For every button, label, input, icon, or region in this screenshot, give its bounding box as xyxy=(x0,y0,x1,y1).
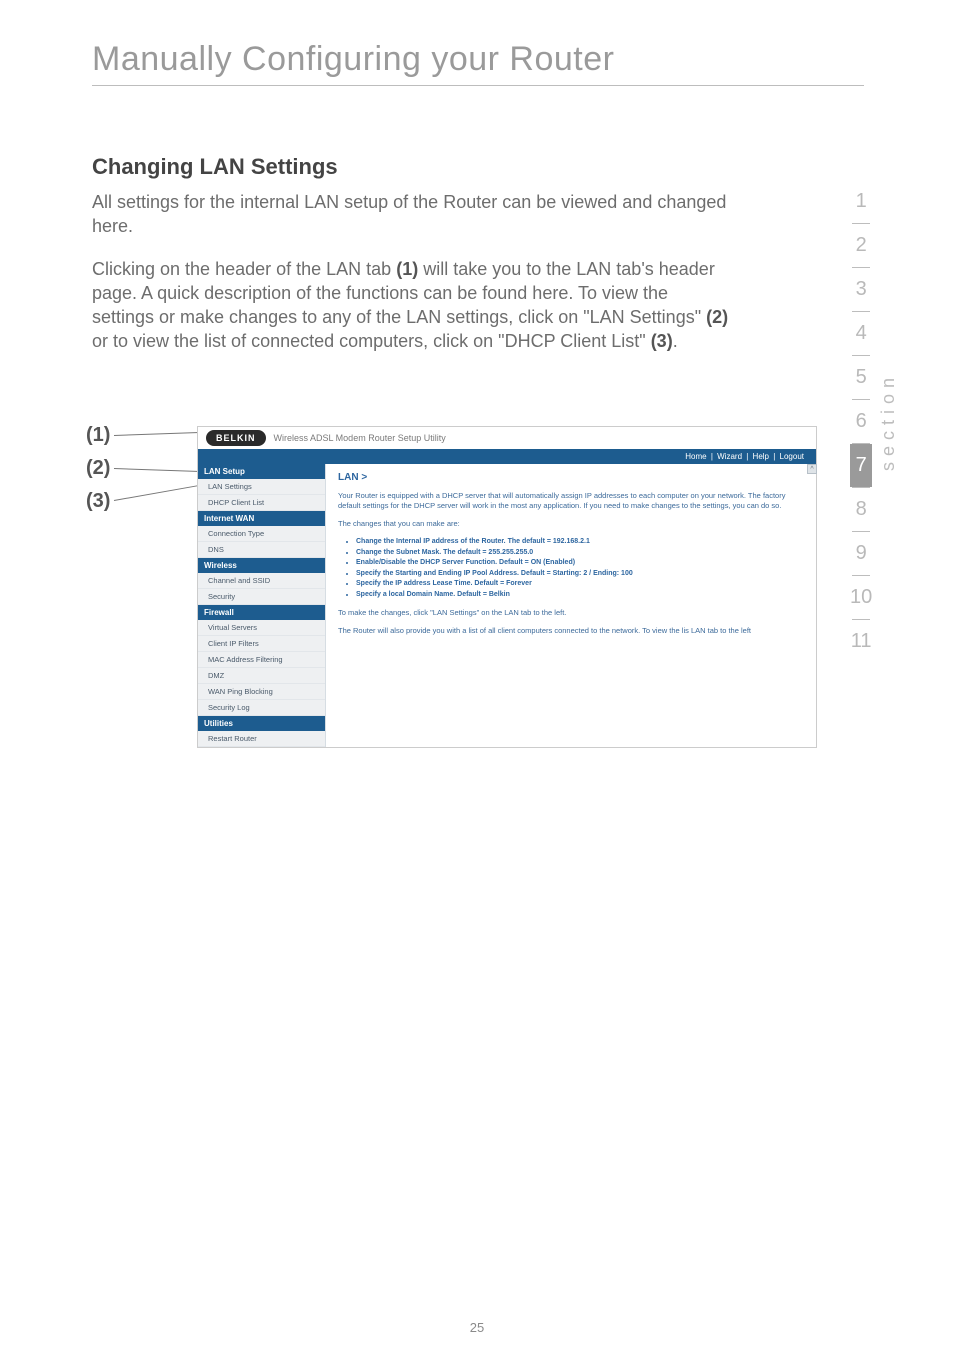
sidebar-item-dns[interactable]: DNS xyxy=(198,542,325,558)
lead-line-2 xyxy=(114,468,200,472)
section-num-9[interactable]: 9 xyxy=(850,532,872,575)
title-rule xyxy=(92,85,864,86)
scroll-up-icon[interactable]: ^ xyxy=(807,464,817,474)
sidebar-head-firewall[interactable]: Firewall xyxy=(198,605,325,620)
router-admin-screenshot: BELKIN Wireless ADSL Modem Router Setup … xyxy=(197,426,817,748)
app-title: Wireless ADSL Modem Router Setup Utility xyxy=(274,433,446,443)
brand-logo: BELKIN xyxy=(206,430,266,446)
sidebar-item-lan-settings[interactable]: LAN Settings xyxy=(198,479,325,495)
section-num-3[interactable]: 3 xyxy=(850,268,872,311)
sidebar-item-dhcp-client-list[interactable]: DHCP Client List xyxy=(198,495,325,511)
nav-help[interactable]: Help xyxy=(751,452,771,461)
nav-logout[interactable]: Logout xyxy=(778,452,806,461)
para-frag: . xyxy=(673,331,678,351)
page-title: Manually Configuring your Router xyxy=(92,40,864,79)
bullet-item: Specify a local Domain Name. Default = B… xyxy=(356,590,804,601)
section-numbers: 1 2 3 4 5 6 7 8 9 10 11 xyxy=(850,180,872,663)
nav-home[interactable]: Home xyxy=(683,452,708,461)
lead-labels: (1) (2) (3) xyxy=(86,424,110,523)
section-num-7[interactable]: 7 xyxy=(850,444,872,487)
callout-2-inline: (2) xyxy=(706,307,728,327)
callout-1-inline: (1) xyxy=(396,259,418,279)
section-num-6[interactable]: 6 xyxy=(850,400,872,443)
sidebar-item-client-ip-filters[interactable]: Client IP Filters xyxy=(198,636,325,652)
content-bullets: Change the Internal IP address of the Ro… xyxy=(356,537,804,600)
section-vertical-label: section xyxy=(878,372,899,471)
callout-2: (2) xyxy=(86,457,110,480)
sidebar-item-virtual-servers[interactable]: Virtual Servers xyxy=(198,620,325,636)
content-p1: Your Router is equipped with a DHCP serv… xyxy=(338,491,804,511)
intro-text: All settings for the internal LAN setup … xyxy=(92,190,732,239)
sidebar-item-connection-type[interactable]: Connection Type xyxy=(198,526,325,542)
sidebar-item-mac-filtering[interactable]: MAC Address Filtering xyxy=(198,652,325,668)
sidebar-item-channel-ssid[interactable]: Channel and SSID xyxy=(198,573,325,589)
content-p3: To make the changes, click "LAN Settings… xyxy=(338,608,804,618)
sidebar-item-wan-ping-blocking[interactable]: WAN Ping Blocking xyxy=(198,684,325,700)
page-number: 25 xyxy=(0,1320,954,1335)
bullet-item: Change the Internal IP address of the Ro… xyxy=(356,537,804,548)
lan-tab-paragraph: Clicking on the header of the LAN tab (1… xyxy=(92,257,732,354)
sidebar-head-lan-setup[interactable]: LAN Setup xyxy=(198,464,325,479)
breadcrumb[interactable]: LAN > xyxy=(338,472,804,483)
content-pane: LAN > Your Router is equipped with a DHC… xyxy=(326,464,816,747)
callout-3-inline: (3) xyxy=(651,331,673,351)
section-num-11[interactable]: 11 xyxy=(850,620,872,663)
content-p2: The changes that you can make are: xyxy=(338,519,804,529)
content-p4: The Router will also provide you with a … xyxy=(338,626,804,636)
sidebar-item-dmz[interactable]: DMZ xyxy=(198,668,325,684)
section-num-4[interactable]: 4 xyxy=(850,312,872,355)
bullet-item: Enable/Disable the DHCP Server Function.… xyxy=(356,558,804,569)
sidebar-item-restart-router[interactable]: Restart Router xyxy=(198,731,325,747)
section-num-5[interactable]: 5 xyxy=(850,356,872,399)
sidebar-head-utilities[interactable]: Utilities xyxy=(198,716,325,731)
sidebar-item-security-log[interactable]: Security Log xyxy=(198,700,325,716)
lead-line-3 xyxy=(114,485,199,501)
section-strip: 1 2 3 4 5 6 7 8 9 10 11 section xyxy=(850,180,898,663)
bullet-item: Change the Subnet Mask. The default = 25… xyxy=(356,548,804,559)
para-frag: Clicking on the header of the LAN tab xyxy=(92,259,396,279)
section-num-10[interactable]: 10 xyxy=(850,576,872,619)
top-nav: Home | Wizard | Help | Logout xyxy=(198,449,816,464)
sidebar-item-security[interactable]: Security xyxy=(198,589,325,605)
nav-wizard[interactable]: Wizard xyxy=(715,452,744,461)
callout-3: (3) xyxy=(86,490,110,513)
bullet-item: Specify the Starting and Ending IP Pool … xyxy=(356,569,804,580)
section-num-8[interactable]: 8 xyxy=(850,488,872,531)
section-num-2[interactable]: 2 xyxy=(850,224,872,267)
callout-1: (1) xyxy=(86,424,110,447)
lead-line-1 xyxy=(114,431,210,435)
sidebar-head-wireless[interactable]: Wireless xyxy=(198,558,325,573)
sidebar-head-internet-wan[interactable]: Internet WAN xyxy=(198,511,325,526)
sidebar: LAN Setup LAN Settings DHCP Client List … xyxy=(198,464,326,747)
app-header: BELKIN Wireless ADSL Modem Router Setup … xyxy=(198,427,816,449)
bullet-item: Specify the IP address Lease Time. Defau… xyxy=(356,579,804,590)
para-frag: or to view the list of connected compute… xyxy=(92,331,651,351)
section-num-1[interactable]: 1 xyxy=(850,180,872,223)
section-heading: Changing LAN Settings xyxy=(92,154,864,180)
